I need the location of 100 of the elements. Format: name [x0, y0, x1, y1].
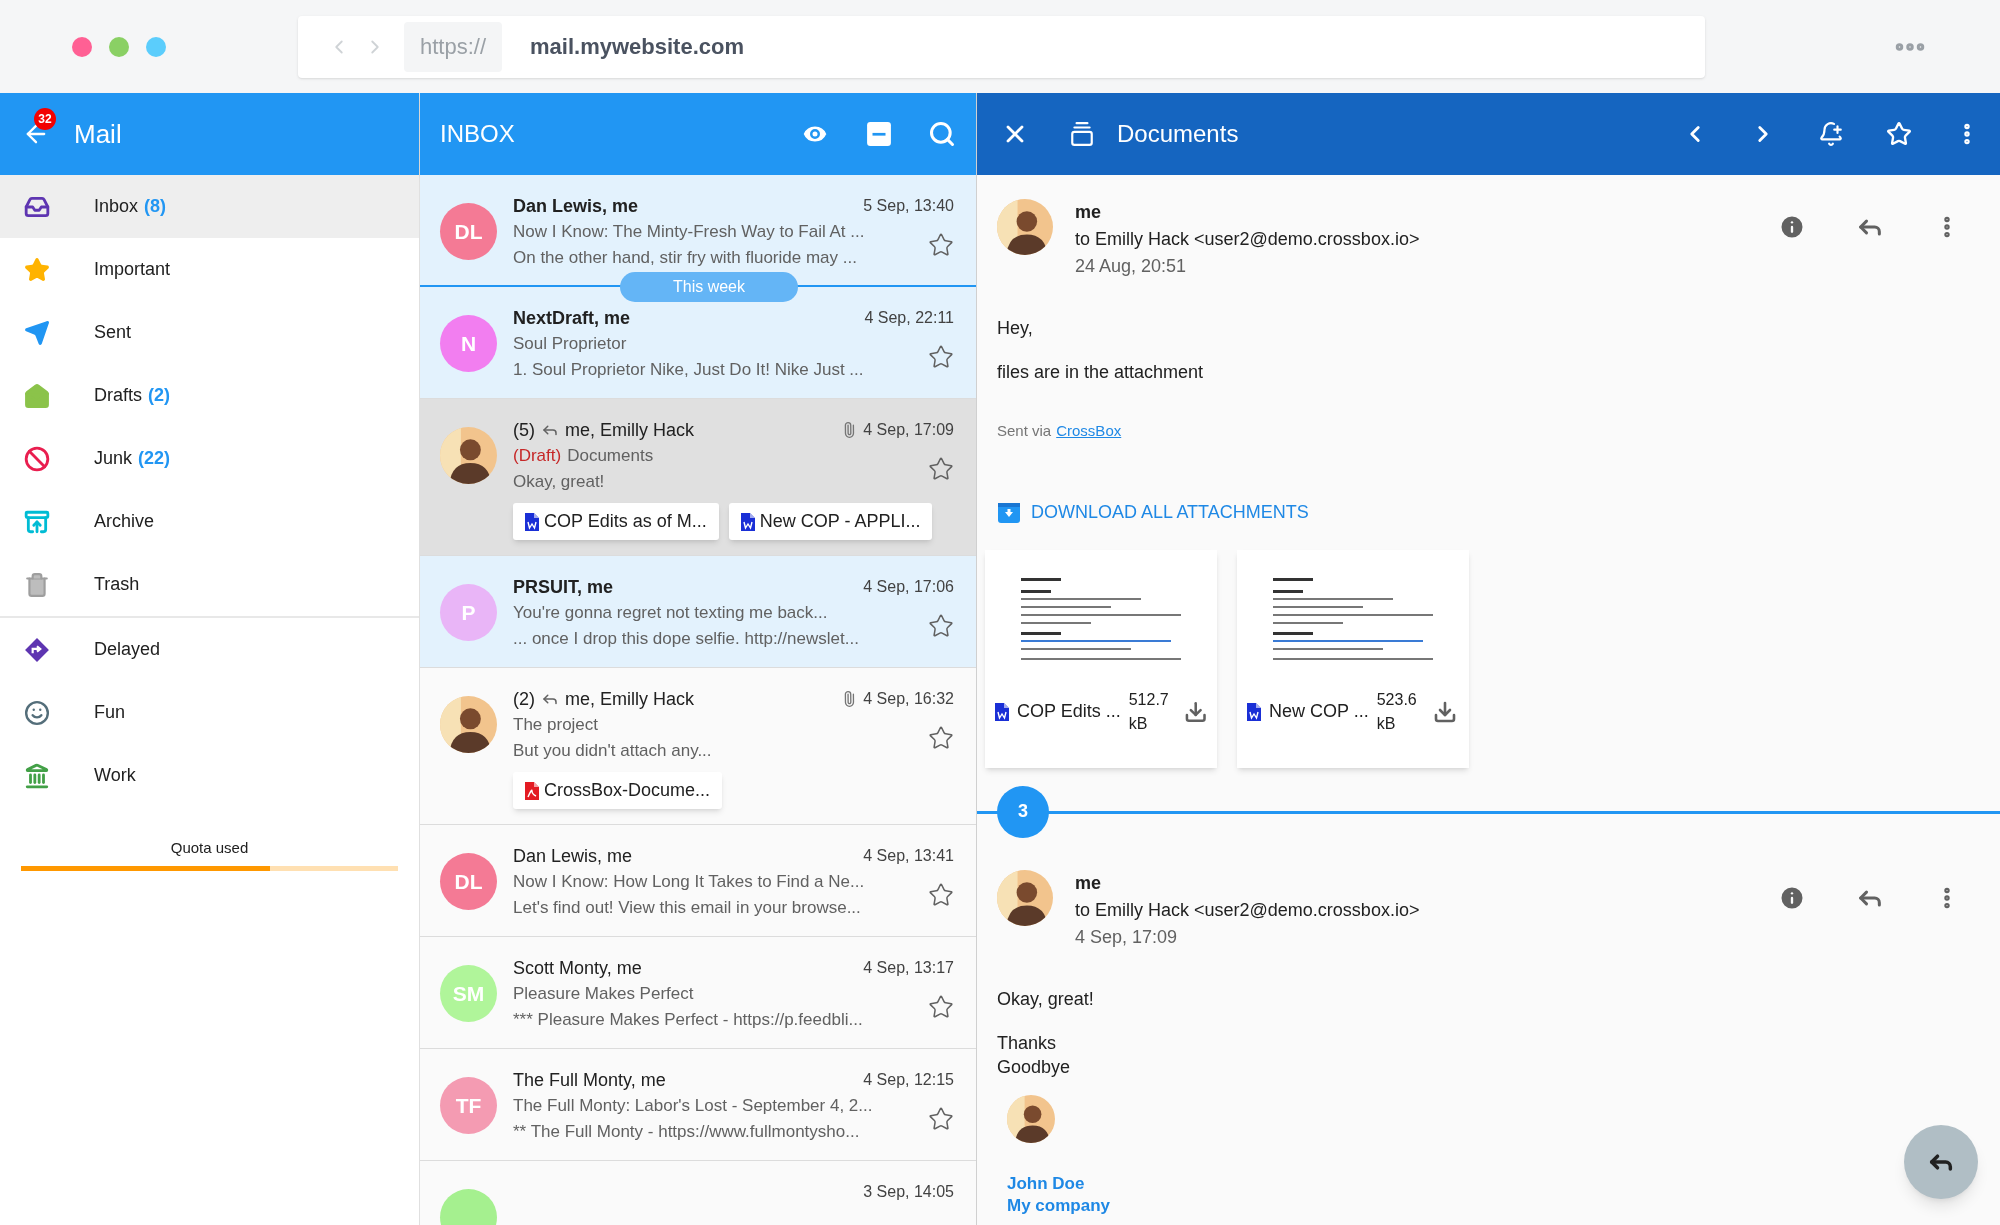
message-preview: Let's find out! View this email in your browse...: [513, 897, 862, 919]
archive-download-icon: [997, 500, 1021, 524]
trash-icon: [24, 571, 50, 598]
avatar: TF: [440, 1077, 497, 1134]
sender-name: me, Emilly Hack: [565, 418, 694, 442]
recipient-line: to Emilly Hack <user2@demo.crossbox.io>: [1075, 898, 1421, 922]
message-preview: Okay, great!: [513, 471, 606, 493]
body-text: Okay, great!: [997, 987, 1095, 1011]
info-icon[interactable]: [1778, 213, 1806, 241]
recipient-line: to Emilly Hack <user2@demo.crossbox.io>: [1075, 228, 1421, 251]
avatar: [440, 696, 497, 753]
message-date: 4 Sep, 17:06: [863, 577, 954, 597]
draft-tag: (Draft): [513, 443, 562, 469]
avatar: DL: [440, 203, 497, 260]
attachment-chip[interactable]: New COP - APPLI...: [728, 503, 933, 540]
message-subject: The Full Monty: Labor's Lost - September 4, 2...: [513, 1095, 873, 1118]
signature-text: Sent via: [997, 421, 1052, 441]
star-icon[interactable]: [928, 1106, 954, 1132]
avatar: [1007, 1094, 1055, 1143]
star-icon[interactable]: [1886, 121, 1912, 147]
quota-label: Quota used: [170, 838, 249, 858]
star-icon[interactable]: [928, 994, 954, 1020]
attachment-size: 523.6 kB: [1376, 689, 1418, 734]
bell-plus-icon[interactable]: [1818, 121, 1844, 147]
download-all-link[interactable]: DOWNLOAD ALL ATTACHMENTS: [997, 498, 1960, 526]
message-date: 4 Sep, 17:09: [1075, 925, 1179, 949]
message-date: 24 Aug, 20:51: [1075, 255, 1188, 278]
message-preview: But you didn't attach any...: [513, 740, 713, 762]
message-subject: Documents: [567, 445, 654, 468]
thread-count: (2): [513, 687, 535, 711]
avatar: N: [440, 315, 497, 372]
body-text: files are in the attachment: [997, 361, 1205, 384]
avatar: DL: [440, 853, 497, 910]
folder-label: Inbox: [94, 195, 139, 218]
message-preview: On the other hand, stir fry with fluoride may ...: [513, 247, 858, 269]
message-date: 4 Sep, 17:09: [863, 420, 954, 440]
message-preview: 1. Soul Proprietor Nike, Just Do It! Nike Just ...: [513, 359, 865, 381]
sender-name: PRSUIT, me: [513, 575, 614, 599]
folder-label: Archive: [94, 510, 155, 533]
download-icon[interactable]: [1432, 699, 1457, 724]
star-icon[interactable]: [928, 232, 954, 258]
star-icon: [24, 256, 50, 283]
message-row[interactable]: (5) me, Emilly Hack 4 Sep, 17:09 (Draft) Documents Okay, great! COP Edits as of M... New COP - APPLI...: [420, 399, 976, 556]
avatar: [997, 199, 1053, 255]
unread-count: (2): [148, 384, 170, 407]
folder-label: Important: [94, 258, 171, 281]
star-icon[interactable]: [928, 344, 954, 370]
pdf-file-icon: [525, 781, 539, 800]
reader-title: Documents: [1117, 119, 1240, 149]
sender-name: Dan Lewis, me: [513, 844, 633, 868]
attachment-chip[interactable]: CrossBox-Docume...: [513, 772, 723, 809]
attachment-name: New COP ...: [1269, 700, 1369, 723]
bank-icon: [24, 762, 50, 789]
word-file-icon: [740, 512, 755, 531]
reply-fab[interactable]: [1904, 1125, 1978, 1199]
attachment-size: 512.7 kB: [1128, 689, 1170, 734]
smiley-icon: [24, 699, 50, 726]
star-icon[interactable]: [928, 725, 954, 751]
folder-label: Sent: [94, 321, 132, 344]
minus-square-icon[interactable]: [866, 121, 892, 147]
message-date: 4 Sep, 16:32: [863, 689, 954, 709]
folder-label: Delayed: [94, 638, 161, 661]
message-subject: Now I Know: How Long It Takes to Find a Ne...: [513, 871, 865, 894]
star-icon[interactable]: [928, 882, 954, 908]
avatar: P: [440, 584, 497, 641]
signature-link[interactable]: CrossBox: [1056, 420, 1122, 443]
list-title: INBOX: [440, 119, 516, 149]
message-date: 4 Sep, 13:41: [863, 846, 954, 866]
message-subject: The project: [513, 714, 599, 737]
star-icon[interactable]: [928, 456, 954, 482]
message-row[interactable]: P PRSUIT, me 4 Sep, 17:06 You're gonna regret not texting me back... ... once I drop this dope selfie. http://newslet...: [420, 556, 976, 668]
word-file-icon: [525, 512, 539, 531]
star-icon[interactable]: [928, 613, 954, 639]
no-entry-icon: [24, 445, 50, 472]
folder-label: Work: [94, 764, 136, 787]
search-icon[interactable]: [928, 120, 956, 148]
url-scheme: https://: [404, 21, 503, 72]
message-date: 4 Sep, 12:15: [863, 1070, 954, 1090]
sender-name: Dan Lewis, me: [513, 194, 639, 218]
attachment-chip[interactable]: COP Edits as of M...: [513, 503, 719, 540]
diamond-arrow-icon: [24, 636, 50, 663]
message-subject: Soul Proprietor: [513, 333, 627, 356]
folder-label: Junk: [94, 447, 133, 470]
attachment-name: COP Edits ...: [1017, 700, 1121, 723]
word-file-icon: [1247, 702, 1261, 721]
layers-icon[interactable]: [1069, 121, 1095, 147]
body-text: Goodbye: [997, 1055, 1072, 1079]
message-date: 5 Sep, 13:40: [863, 196, 954, 216]
contact-name: John Doe: [1007, 1172, 1086, 1195]
message-subject: Now I Know: The Minty-Fresh Way to Fail At ...: [513, 221, 865, 244]
folder-label: Fun: [94, 701, 126, 724]
unread-count: (22): [138, 447, 171, 470]
unread-count: (8): [144, 195, 167, 218]
sender-name: The Full Monty, me: [513, 1068, 666, 1092]
app-title: Mail: [74, 117, 122, 151]
notification-badge: 32: [34, 108, 56, 130]
folder-item[interactable]: Inbox (8): [0, 175, 419, 238]
download-icon[interactable]: [1183, 699, 1207, 724]
avatar: SM: [440, 965, 497, 1022]
body-text: Hey,: [997, 317, 1034, 340]
